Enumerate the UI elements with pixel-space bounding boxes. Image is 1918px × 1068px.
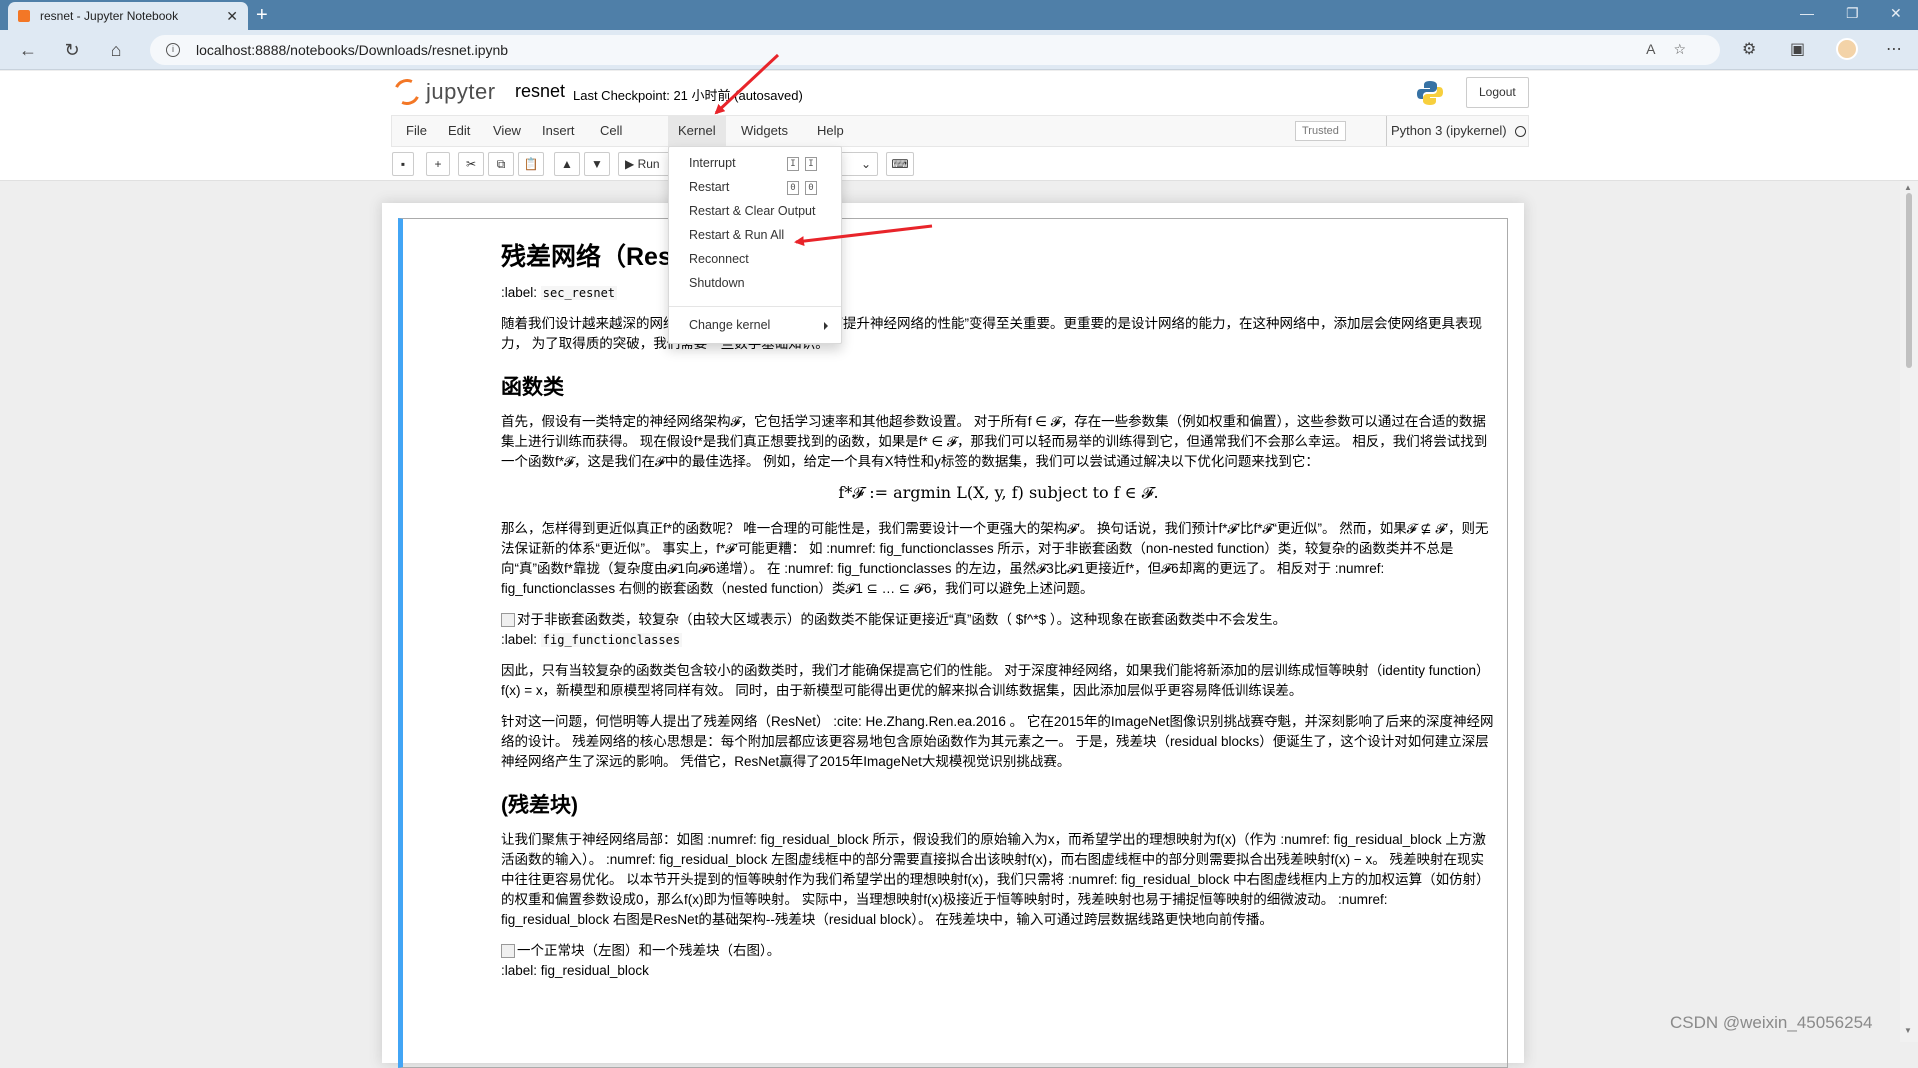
url-text: localhost:8888/notebooks/Downloads/resne… bbox=[196, 42, 509, 58]
shortcut-key: 0 bbox=[787, 181, 799, 195]
new-tab-icon[interactable]: + bbox=[256, 4, 268, 26]
insert-cell-icon[interactable]: + bbox=[426, 152, 450, 176]
shortcut-key: I bbox=[805, 157, 817, 171]
submenu-arrow-icon bbox=[824, 322, 828, 330]
url-field[interactable]: i localhost:8888/notebooks/Downloads/res… bbox=[150, 35, 1720, 65]
reload-icon[interactable]: ↻ bbox=[60, 38, 84, 62]
cut-icon[interactable]: ✂ bbox=[458, 152, 484, 176]
run-icon: ▶ bbox=[625, 157, 635, 171]
broken-image-functionclasses: 对于非嵌套函数类，较复杂（由较大区域表示）的函数类不能保证更接近“真”函数（ $… bbox=[501, 610, 1496, 630]
trusted-indicator[interactable]: Trusted bbox=[1295, 121, 1346, 141]
scroll-down-icon[interactable]: ▼ bbox=[1904, 1026, 1912, 1035]
jupyter-header: jupyter resnet Last Checkpoint: 21 小时前 (… bbox=[0, 71, 1918, 115]
scroll-up-icon[interactable]: ▲ bbox=[1904, 183, 1912, 192]
display-equation: f*𝓕 := argmin L(X, y, f) subject to f ∈ … bbox=[838, 483, 1159, 502]
shortcut-key: 0 bbox=[805, 181, 817, 195]
function-class-paragraph: 首先，假设有一类特定的神经网络架构𝓕，它包括学习速率和其他超参数设置。 对于所有… bbox=[501, 414, 1488, 469]
label-line: :label: sec_resnet bbox=[501, 285, 618, 300]
markdown-cell[interactable]: 残差网络（ResNet） :label: sec_resnet 随着我们设计越来… bbox=[398, 218, 1508, 1068]
command-palette-icon[interactable]: ⌨ bbox=[886, 152, 914, 176]
label-line: :label: fig_residual_block bbox=[501, 963, 649, 978]
jupyter-logo[interactable]: jupyter bbox=[390, 75, 496, 109]
run-button[interactable]: ▶ Run bbox=[618, 152, 670, 176]
scrollbar-thumb[interactable] bbox=[1906, 193, 1912, 368]
browser-tab-bar: resnet - Jupyter Notebook ✕ + — ❐ ✕ bbox=[0, 0, 1918, 30]
back-icon[interactable]: ← bbox=[16, 38, 40, 62]
resnet-paragraph: 针对这一问题，何恺明等人提出了残差网络（ResNet） :cite: He.Zh… bbox=[501, 714, 1494, 769]
url-action-icons[interactable]: A☆ bbox=[1646, 41, 1704, 58]
address-bar-row: ← ↻ ⌂ i localhost:8888/notebooks/Downloa… bbox=[0, 30, 1918, 70]
menu-item-change-kernel[interactable]: Change kernel bbox=[669, 313, 841, 337]
menu-insert[interactable]: Insert bbox=[532, 116, 585, 146]
notebook-area: 残差网络（ResNet） :label: sec_resnet 随着我们设计越来… bbox=[0, 181, 1900, 1068]
window-close-icon[interactable]: ✕ bbox=[1890, 5, 1902, 22]
extensions-icon[interactable]: ⚙ bbox=[1742, 39, 1756, 59]
python-logo-icon bbox=[1417, 81, 1443, 105]
broken-image-residualblock: 一个正常块（左图）和一个残差块（右图）。 bbox=[501, 941, 1496, 961]
menu-item-reconnect[interactable]: Reconnect bbox=[669, 247, 841, 271]
run-label: Run bbox=[637, 157, 660, 171]
notebook-container: 残差网络（ResNet） :label: sec_resnet 随着我们设计越来… bbox=[382, 203, 1524, 1068]
close-tab-icon[interactable]: ✕ bbox=[226, 8, 238, 25]
label-line: :label: fig_functionclasses bbox=[501, 632, 683, 647]
kernel-name: Python 3 (ipykernel) bbox=[1386, 116, 1507, 146]
menubar: File Edit View Insert Cell Kernel Widget… bbox=[0, 115, 1918, 147]
minimize-icon[interactable]: — bbox=[1800, 5, 1814, 21]
approx-paragraph: 那么，怎样得到更近似真正f*的函数呢？ 唯一合理的可能性是，我们需要设计一个更强… bbox=[501, 521, 1489, 596]
logo-text: jupyter bbox=[426, 79, 496, 104]
menu-item-interrupt[interactable]: Interrupt I I bbox=[669, 151, 841, 175]
move-down-icon[interactable]: ▼ bbox=[584, 152, 610, 176]
vertical-scrollbar[interactable]: ▲ ▼ bbox=[1900, 181, 1918, 1042]
collections-icon[interactable]: ▣ bbox=[1790, 39, 1805, 59]
move-up-icon[interactable]: ▲ bbox=[554, 152, 580, 176]
menu-help[interactable]: Help bbox=[807, 116, 854, 146]
broken-image-icon bbox=[501, 944, 515, 958]
shortcut-key: I bbox=[787, 157, 799, 171]
home-icon[interactable]: ⌂ bbox=[104, 38, 128, 62]
watermark: CSDN @weixin_45056254 bbox=[1670, 1013, 1873, 1032]
residual-paragraph: 让我们聚焦于神经网络局部：如图 :numref: fig_residual_bl… bbox=[501, 832, 1490, 927]
menu-kernel[interactable]: Kernel bbox=[668, 116, 726, 146]
menu-item-shutdown[interactable]: Shutdown bbox=[669, 271, 841, 295]
checkpoint-status: Last Checkpoint: 21 小时前 (autosaved) bbox=[573, 88, 803, 103]
notebook-name[interactable]: resnet bbox=[515, 81, 565, 102]
site-info-icon[interactable]: i bbox=[166, 43, 180, 57]
menu-divider bbox=[669, 306, 841, 307]
intro-paragraph: 随着我们设计越来越深的网络，深刻理解“新添加的层如何提升神经网络的性能”变得至关… bbox=[501, 316, 1482, 351]
menu-item-restart-clear-output[interactable]: Restart & Clear Output bbox=[669, 199, 841, 223]
menu-view[interactable]: View bbox=[483, 116, 531, 146]
copy-icon[interactable]: ⧉ bbox=[488, 152, 514, 176]
paste-icon[interactable]: 📋 bbox=[518, 152, 544, 176]
identity-paragraph: 因此，只有当较复杂的函数类包含较小的函数类时，我们才能确保提高它们的性能。 对于… bbox=[501, 663, 1490, 698]
notebook-toolbar: ▪ + ✂ ⧉ 📋 ▲ ▼ ▶ Run ⌄ ⌨ bbox=[0, 147, 1918, 181]
kernel-dropdown-menu: Interrupt I I Restart 0 0 Restart & Clea… bbox=[668, 146, 842, 344]
more-menu-icon[interactable]: ⋯ bbox=[1886, 39, 1902, 59]
menu-cell[interactable]: Cell bbox=[590, 116, 632, 146]
heading-function-classes: 函数类 bbox=[501, 376, 564, 399]
tab-title: resnet - Jupyter Notebook bbox=[40, 9, 179, 23]
profile-avatar[interactable] bbox=[1836, 38, 1858, 60]
menu-item-restart-run-all[interactable]: Restart & Run All bbox=[669, 223, 841, 247]
broken-image-icon bbox=[501, 613, 515, 627]
logout-button[interactable]: Logout bbox=[1466, 77, 1529, 108]
browser-tab[interactable]: resnet - Jupyter Notebook ✕ bbox=[8, 2, 248, 30]
jupyter-logo-icon bbox=[390, 75, 424, 109]
menu-widgets[interactable]: Widgets bbox=[731, 116, 798, 146]
kernel-idle-icon bbox=[1515, 126, 1526, 137]
rendered-markdown: 残差网络（ResNet） :label: sec_resnet 随着我们设计越来… bbox=[501, 235, 1496, 992]
menu-edit[interactable]: Edit bbox=[438, 116, 480, 146]
menu-item-restart[interactable]: Restart 0 0 bbox=[669, 175, 841, 199]
menu-file[interactable]: File bbox=[396, 116, 437, 146]
heading-residual-block: (残差块) bbox=[501, 794, 578, 817]
save-icon[interactable]: ▪ bbox=[392, 152, 414, 176]
jupyter-favicon-icon bbox=[18, 10, 30, 22]
restore-icon[interactable]: ❐ bbox=[1846, 5, 1859, 22]
heading-resnet: 残差网络（ResNet） bbox=[501, 243, 738, 271]
